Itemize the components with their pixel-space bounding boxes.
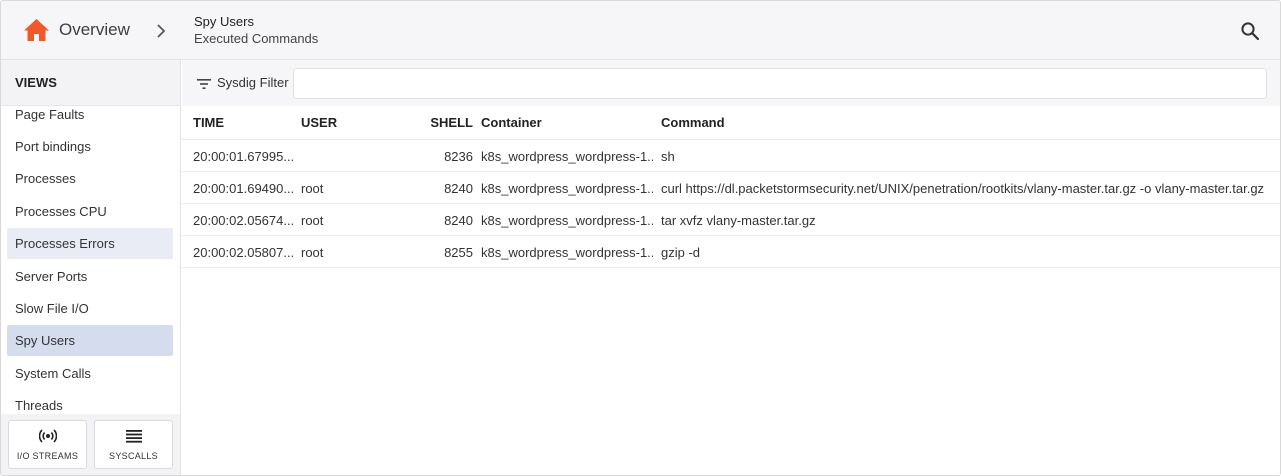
syscalls-label: SYSCALLS bbox=[109, 451, 158, 461]
sysdig-filter-input[interactable] bbox=[293, 68, 1267, 99]
view-item-threads[interactable]: Threads bbox=[7, 390, 173, 414]
view-item-processes-errors[interactable]: Processes Errors bbox=[7, 228, 173, 259]
cell-shell: 8255 bbox=[444, 245, 473, 260]
top-bar: Overview Spy Users Executed Commands bbox=[1, 1, 1280, 60]
view-item-server-ports[interactable]: Server Ports bbox=[7, 261, 173, 292]
views-heading: VIEWS bbox=[1, 60, 180, 106]
views-list[interactable]: Page Faults Port bindings Processes Proc… bbox=[1, 106, 180, 414]
table-row[interactable]: 20:00:01.69490... root 8240 k8s_wordpres… bbox=[182, 172, 1280, 204]
sysdig-filter-label[interactable]: Sysdig Filter bbox=[217, 75, 289, 90]
cell-shell: 8240 bbox=[444, 213, 473, 228]
view-item-system-calls[interactable]: System Calls bbox=[7, 358, 173, 389]
io-streams-button[interactable]: I/O STREAMS bbox=[8, 420, 87, 469]
view-item-spy-users[interactable]: Spy Users bbox=[7, 325, 173, 356]
cell-container: k8s_wordpress_wordpress-1... bbox=[481, 149, 653, 164]
column-header-container[interactable]: Container bbox=[481, 115, 653, 130]
cell-time: 20:00:02.05807... bbox=[193, 245, 293, 260]
cell-user: root bbox=[301, 245, 324, 260]
cell-time: 20:00:02.05674... bbox=[193, 213, 293, 228]
cell-user: root bbox=[301, 213, 324, 228]
cell-command: gzip -d bbox=[661, 245, 701, 260]
table-row[interactable]: 20:00:02.05674... root 8240 k8s_wordpres… bbox=[182, 204, 1280, 236]
views-sidebar: VIEWS Page Faults Port bindings Processe… bbox=[1, 60, 181, 475]
view-item-port-bindings[interactable]: Port bindings bbox=[7, 131, 173, 162]
cell-shell: 8240 bbox=[444, 181, 473, 196]
syscalls-button[interactable]: SYSCALLS bbox=[94, 420, 173, 469]
cell-time: 20:00:01.69490... bbox=[193, 181, 293, 196]
view-item-slow-file-io[interactable]: Slow File I/O bbox=[7, 293, 173, 324]
filter-bar: Sysdig Filter bbox=[182, 60, 1280, 106]
table-row[interactable]: 20:00:01.67995... 8236 k8s_wordpress_wor… bbox=[182, 140, 1280, 172]
page-subtitle: Executed Commands bbox=[194, 31, 319, 46]
column-header-user[interactable]: USER bbox=[301, 115, 401, 130]
cell-time: 20:00:01.67995... bbox=[193, 149, 293, 164]
filter-icon[interactable] bbox=[196, 77, 212, 91]
home-icon[interactable] bbox=[23, 18, 50, 42]
page-title: Spy Users bbox=[194, 14, 254, 29]
table-row[interactable]: 20:00:02.05807... root 8255 k8s_wordpres… bbox=[182, 236, 1280, 268]
cell-user: root bbox=[301, 181, 324, 196]
table-header: TIME USER SHELL Container Command bbox=[182, 106, 1280, 140]
sidebar-footer: I/O STREAMS SYSCALLS bbox=[1, 414, 180, 475]
column-header-shell[interactable]: SHELL bbox=[412, 115, 473, 130]
broadcast-icon bbox=[39, 429, 57, 443]
cell-command: curl https://dl.packetstormsecurity.net/… bbox=[661, 181, 1265, 196]
cell-container: k8s_wordpress_wordpress-1... bbox=[481, 213, 653, 228]
view-item-page-faults[interactable]: Page Faults bbox=[7, 106, 173, 130]
cell-shell: 8236 bbox=[444, 149, 473, 164]
list-icon bbox=[126, 430, 142, 443]
chevron-right-icon bbox=[157, 24, 166, 38]
column-header-time[interactable]: TIME bbox=[193, 115, 293, 130]
view-item-processes-cpu[interactable]: Processes CPU bbox=[7, 196, 173, 227]
cell-command: tar xvfz vlany-master.tar.gz bbox=[661, 213, 816, 228]
view-item-processes[interactable]: Processes bbox=[7, 163, 173, 194]
column-header-command[interactable]: Command bbox=[661, 115, 1273, 130]
cell-container: k8s_wordpress_wordpress-1... bbox=[481, 181, 653, 196]
io-streams-label: I/O STREAMS bbox=[16, 451, 79, 461]
overview-link[interactable]: Overview bbox=[59, 20, 130, 40]
app-window: Overview Spy Users Executed Commands VIE… bbox=[0, 0, 1281, 476]
cell-command: sh bbox=[661, 149, 675, 164]
cell-container: k8s_wordpress_wordpress-1... bbox=[481, 245, 653, 260]
search-icon[interactable] bbox=[1240, 21, 1260, 41]
